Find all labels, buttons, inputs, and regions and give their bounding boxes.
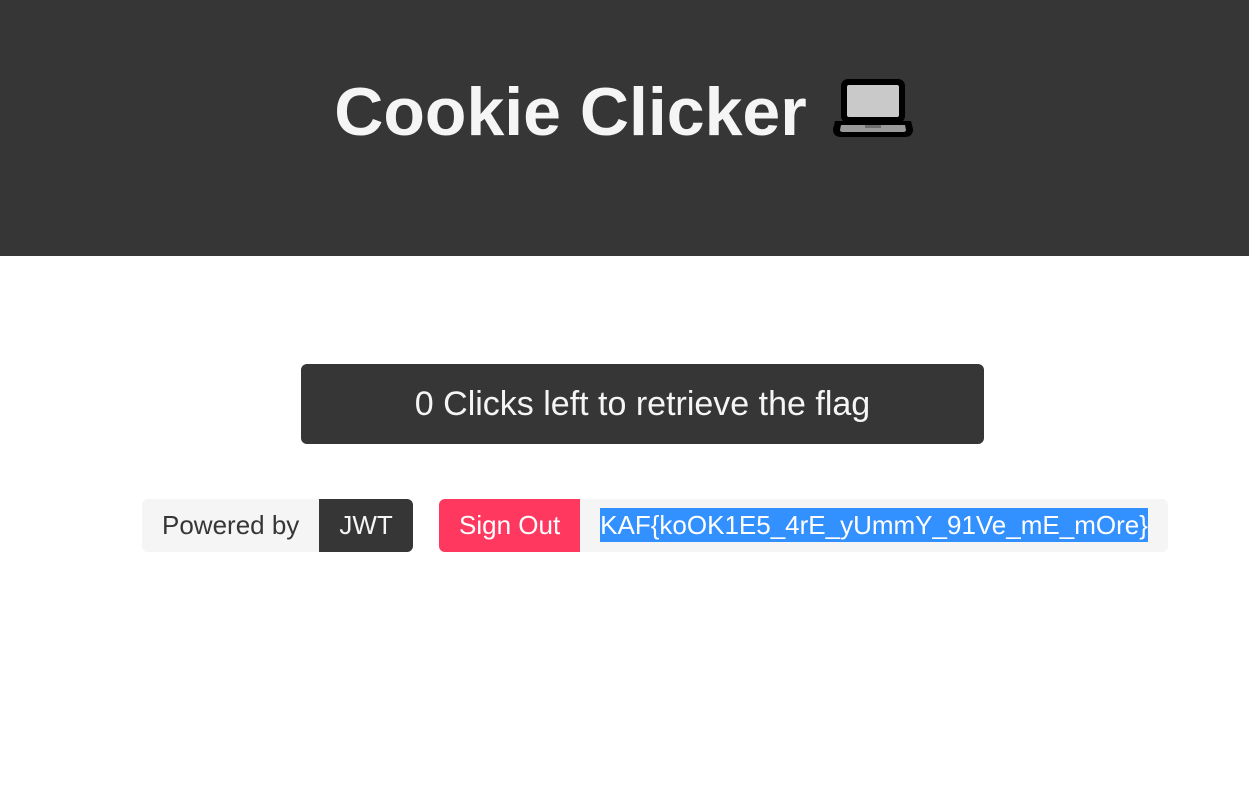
page-title: Cookie Clicker xyxy=(0,68,1249,156)
powered-by-label: Powered by xyxy=(142,499,320,552)
flag-text[interactable]: KAF{koOK1E5_4rE_yUmmY_91Ve_mE_mOre} xyxy=(600,508,1148,542)
user-tags: Sign Out KAF{koOK1E5_4rE_yUmmY_91Ve_mE_m… xyxy=(439,499,1168,552)
flag-tag: KAF{koOK1E5_4rE_yUmmY_91Ve_mE_mOre} xyxy=(580,499,1168,552)
sign-out-button[interactable]: Sign Out xyxy=(439,499,581,552)
jwt-tag: JWT xyxy=(319,499,413,552)
powered-by-tags: Powered by JWT xyxy=(142,499,413,552)
laptop-icon xyxy=(831,72,915,137)
hero-header: Cookie Clicker xyxy=(0,0,1249,256)
page-title-text: Cookie Clicker xyxy=(334,74,807,150)
clicks-left-button[interactable]: 0 Clicks left to retrieve the flag xyxy=(301,364,984,444)
